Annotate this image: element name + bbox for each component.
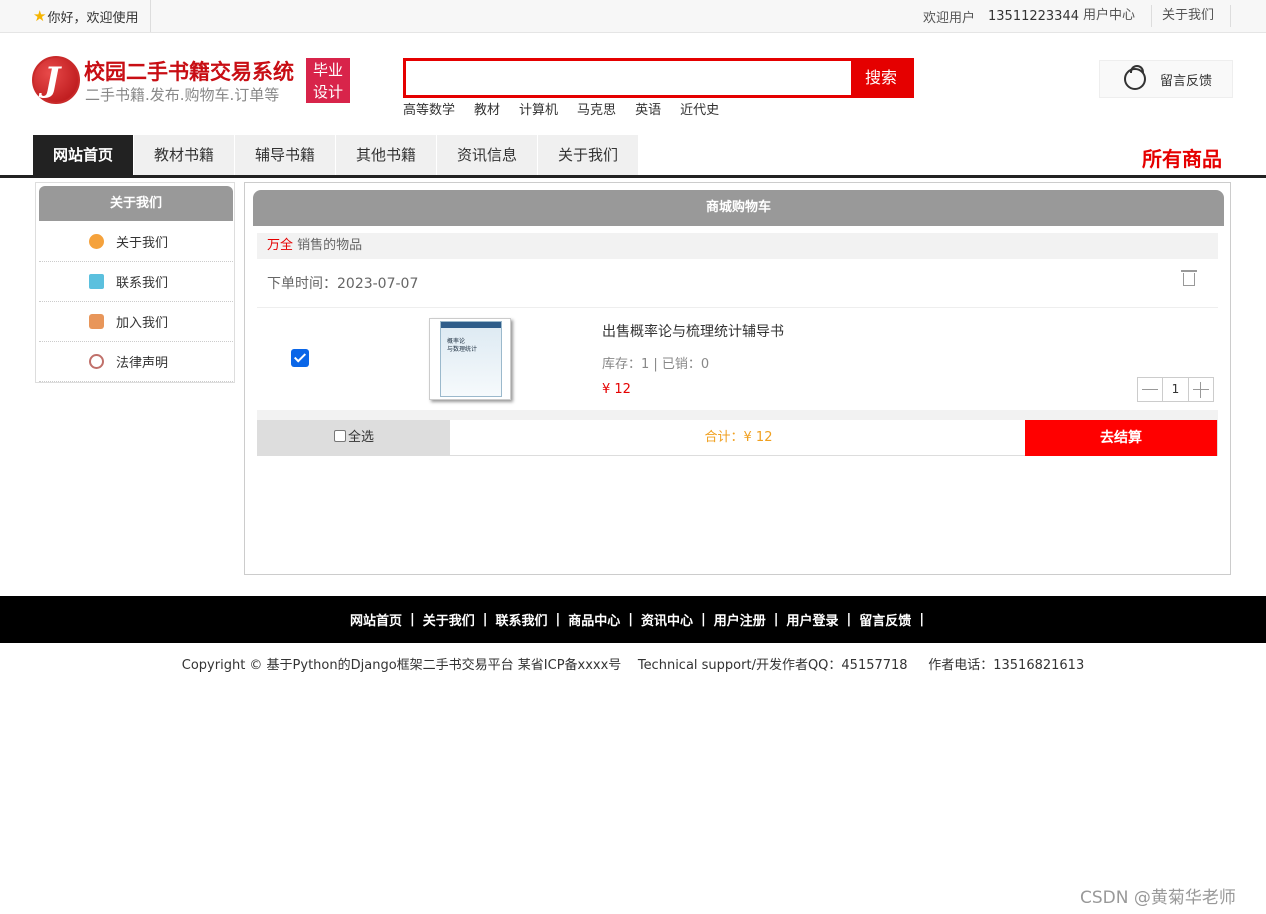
top-bar: ★ 你好，欢迎使用 欢迎用户 13511223344 用户中心 关于我们 [0, 0, 1266, 33]
hot-keywords: 高等数学 教材 计算机 马克思 英语 近代史 [403, 99, 738, 118]
hot-keyword[interactable]: 高等数学 [403, 99, 455, 118]
welcome-text: 欢迎用户 [923, 10, 976, 26]
select-all[interactable]: 全选 [258, 420, 450, 456]
product-stock: 库存：1 | 已销：0 [602, 357, 710, 372]
order-time-label: 下单时间： [267, 276, 337, 292]
search-input[interactable] [406, 61, 851, 95]
book-cover: 概率论 与数理统计 [440, 321, 502, 397]
nav-divider [0, 175, 1266, 178]
cart-footer: 全选 合计：¥ 12 去结算 [257, 420, 1218, 456]
sidebar-item-label: 联系我们 [116, 276, 169, 291]
about-link[interactable]: 关于我们 [1162, 5, 1232, 27]
seller-bar: 万全 销售的物品 [257, 233, 1218, 259]
row-divider [257, 307, 1218, 308]
nav-item-other-books[interactable]: 其他书籍 [336, 135, 436, 175]
footer-link-register[interactable]: 用户注册 [714, 610, 766, 629]
sidebar-item-about[interactable]: 关于我们 [39, 222, 233, 262]
quantity-value[interactable]: 1 [1162, 378, 1189, 401]
about-icon [89, 234, 104, 249]
badge-line1: 毕业 [312, 61, 343, 79]
seller-suffix: 销售的物品 [293, 238, 363, 253]
contact-icon [89, 274, 104, 289]
quantity-stepper: 1 [1137, 377, 1214, 402]
quantity-increase-button[interactable] [1189, 378, 1213, 401]
site-subtitle: 二手书籍.发布.购物车.订单等 [85, 86, 280, 104]
hot-keyword[interactable]: 马克思 [577, 99, 616, 118]
footer-link-feedback[interactable]: 留言反馈 [859, 610, 911, 629]
user-phone: 13511223344 [988, 8, 1079, 24]
nav-item-news[interactable]: 资讯信息 [437, 135, 537, 175]
product-name[interactable]: 出售概率论与梳理统计辅导书 [602, 321, 784, 341]
select-all-checkbox[interactable] [333, 430, 346, 442]
order-time-value: 2023-07-07 [337, 276, 419, 292]
join-icon [89, 314, 104, 329]
nav-item-home[interactable]: 网站首页 [33, 135, 133, 175]
footer-link-login[interactable]: 用户登录 [787, 610, 839, 629]
cart-title: 商城购物车 [253, 190, 1224, 226]
cart-total: 合计：¥ 12 [704, 430, 773, 445]
sidebar-list: 关于我们 联系我们 加入我们 法律声明 [39, 222, 233, 382]
greeting: ★ 你好，欢迎使用 [33, 0, 152, 32]
quantity-decrease-button[interactable] [1138, 378, 1162, 401]
search-button[interactable]: 搜索 [851, 61, 911, 95]
hot-keyword[interactable]: 近代史 [680, 99, 719, 118]
seller-name[interactable]: 万全 [267, 238, 293, 253]
user-center-link[interactable]: 用户中心 [1083, 5, 1153, 27]
nav-item-tutoring-books[interactable]: 辅导书籍 [235, 135, 335, 175]
search-box: 搜索 [403, 58, 914, 98]
feedback-button[interactable]: 留言反馈 [1099, 60, 1233, 98]
copyright: Copyright © 基于Python的Django框架二手书交易平台 某省I… [181, 658, 1085, 673]
hot-keyword[interactable]: 计算机 [519, 99, 558, 118]
item-checkbox[interactable] [291, 349, 309, 367]
footer-link-news[interactable]: 资讯中心 [641, 610, 693, 629]
product-image[interactable]: 概率论 与数理统计 [429, 318, 511, 400]
book-cover-title: 概率论 与数理统计 [447, 338, 478, 353]
cart-panel: 商城购物车 万全 销售的物品 下单时间：2023-07-07 概率论 与数理统计 … [244, 182, 1231, 575]
cart-spacer [257, 410, 1218, 420]
sidebar-item-contact[interactable]: 联系我们 [39, 262, 233, 302]
sidebar: 关于我们 关于我们 联系我们 加入我们 法律声明 [35, 182, 235, 383]
sidebar-item-join[interactable]: 加入我们 [39, 302, 233, 342]
site-title: 校园二手书籍交易系统 [84, 60, 294, 84]
footer-link-home[interactable]: 网站首页 [350, 610, 402, 629]
feedback-label: 留言反馈 [1160, 73, 1213, 89]
all-goods-link[interactable]: 所有商品 [1142, 143, 1222, 172]
watermark: CSDN @黄菊华老师 [1080, 888, 1236, 908]
site-logo[interactable]: J [32, 56, 80, 104]
main-nav: 网站首页 教材书籍 辅导书籍 其他书籍 资讯信息 关于我们 [33, 135, 639, 175]
user-links: 欢迎用户 13511223344 用户中心 关于我们 [923, 0, 1232, 32]
star-icon: ★ [33, 7, 47, 25]
graduation-badge: 毕业 设计 [306, 58, 350, 103]
headset-icon [1124, 65, 1146, 90]
sidebar-item-label: 法律声明 [116, 356, 169, 371]
law-icon [89, 354, 104, 369]
checkout-button[interactable]: 去结算 [1025, 420, 1217, 456]
hot-keyword[interactable]: 教材 [474, 99, 500, 118]
order-time: 下单时间：2023-07-07 [267, 273, 418, 293]
hot-keyword[interactable]: 英语 [635, 99, 661, 118]
sidebar-title: 关于我们 [39, 186, 233, 221]
sidebar-item-law[interactable]: 法律声明 [39, 342, 233, 382]
footer-link-contact[interactable]: 联系我们 [495, 610, 547, 629]
badge-line2: 设计 [312, 83, 343, 101]
select-all-label: 全选 [347, 430, 374, 445]
footer-nav: 网站首页 | 关于我们 | 联系我们 | 商品中心 | 资讯中心 | 用户注册 | 用户登录… [0, 596, 1266, 643]
sidebar-item-label: 加入我们 [116, 316, 169, 331]
greeting-text: 你好，欢迎使用 [47, 10, 139, 26]
nav-item-about[interactable]: 关于我们 [538, 135, 638, 175]
nav-item-textbooks[interactable]: 教材书籍 [134, 135, 234, 175]
product-price: ¥ 12 [602, 382, 631, 397]
trash-icon[interactable] [1181, 270, 1197, 286]
sidebar-item-label: 关于我们 [116, 236, 169, 251]
footer-link-products[interactable]: 商品中心 [568, 610, 620, 629]
footer-link-about[interactable]: 关于我们 [423, 610, 475, 629]
